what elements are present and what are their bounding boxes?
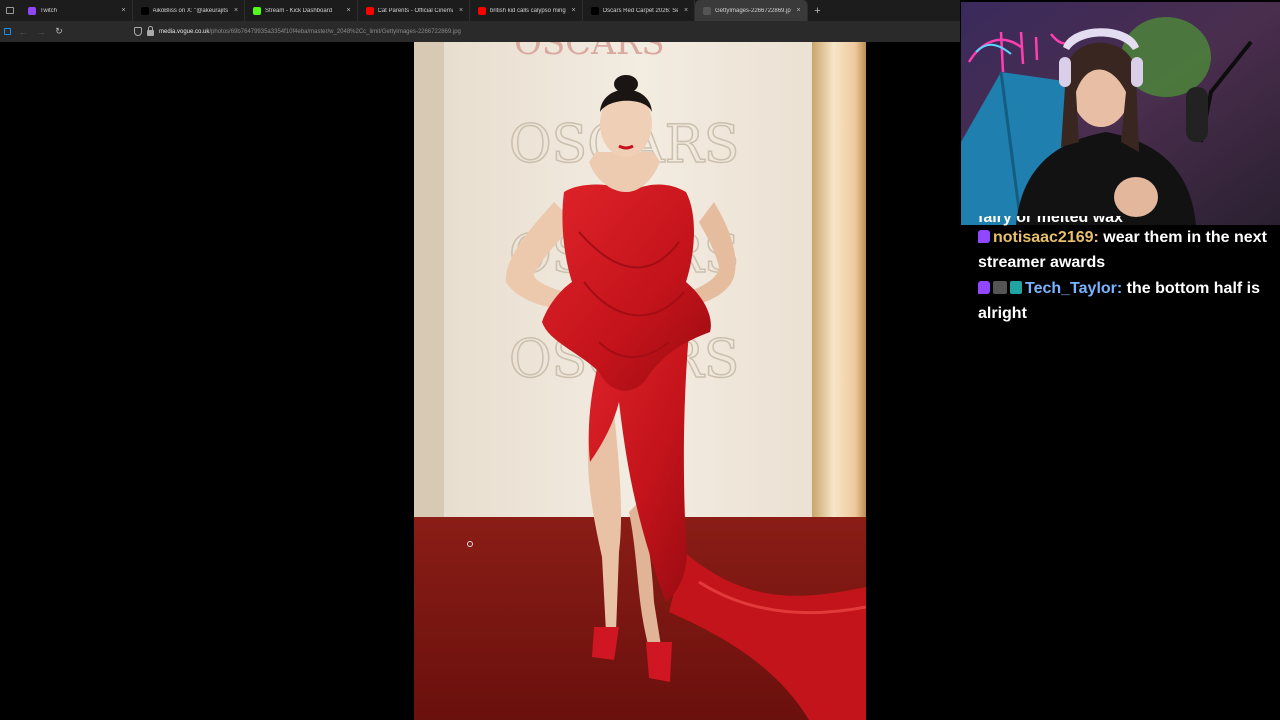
tracking-shield-icon[interactable] <box>134 27 142 36</box>
new-tab-button[interactable]: + <box>808 5 828 17</box>
tab-favicon-icon <box>365 6 374 15</box>
lock-icon[interactable] <box>147 25 154 36</box>
webcam-overlay <box>961 2 1280 225</box>
close-tab-icon[interactable]: × <box>457 7 465 14</box>
browser-tab[interactable]: Stream - Kick Dashboard × <box>245 0 358 21</box>
right-shoe <box>646 642 672 682</box>
streamer-hand <box>1114 177 1158 217</box>
browser-tab[interactable]: Cat Parents - Official Cinematic × <box>358 0 470 21</box>
chat-username[interactable]: notisaac2169 <box>993 229 1094 246</box>
browser-tab[interactable]: GettyImages-2266722869.jpg (WE × <box>695 0 808 21</box>
close-tab-icon[interactable]: × <box>795 7 803 14</box>
reload-button[interactable]: ↻ <box>50 21 68 42</box>
forward-button[interactable]: → <box>32 21 50 42</box>
browser-tab[interactable]: Twitch × <box>20 0 133 21</box>
url-text: media.vogue.co.uk/photos/69b76479935a335… <box>159 29 461 35</box>
url-domain: media.vogue.co.uk <box>159 28 210 35</box>
microphone <box>1186 87 1208 142</box>
tab-favicon-icon <box>703 6 711 15</box>
chat-username[interactable]: Tech_Taylor <box>1025 280 1117 297</box>
tab-title: british kid calls calypso mingin <box>490 7 566 14</box>
back-button[interactable]: ← <box>14 21 32 42</box>
tab-title: Cat Parents - Official Cinematic <box>377 7 454 14</box>
browser-tab[interactable]: british kid calls calypso mingin × <box>470 0 583 21</box>
twitch-badge-icon <box>978 230 990 243</box>
browser-tab[interactable]: AikoBliss on X: "@akeurajitsuk × <box>133 0 245 21</box>
chat-overlay: fairy or melted wax notisaac2169: wear t… <box>978 216 1276 326</box>
tab-title: GettyImages-2266722869.jpg (WE <box>715 7 791 14</box>
red-carpet-photo[interactable]: OSCARS OSCARS OSCARS OSCARS <box>414 42 866 720</box>
tab-favicon-icon <box>478 6 486 15</box>
tab-favicon-icon <box>253 6 261 15</box>
vertical-tabs-icon[interactable] <box>0 0 20 21</box>
tab-favicon-icon <box>140 6 149 15</box>
browser-tab[interactable]: Oscars Red Carpet 2026: See E× <box>583 0 695 21</box>
mouse-cursor <box>467 541 473 547</box>
tab-title: Twitch <box>40 7 58 14</box>
close-tab-icon[interactable]: × <box>682 7 690 14</box>
chat-message-list: notisaac2169: wear them in the next stre… <box>978 225 1276 326</box>
close-tab-icon[interactable]: × <box>570 7 578 14</box>
url-path: /photos/69b76479935a3354f10f4eba/master/… <box>209 28 461 35</box>
close-tab-icon[interactable]: × <box>345 7 353 14</box>
chat-message-cut-off: fairy or melted wax <box>978 216 1123 226</box>
close-tab-icon[interactable]: × <box>232 7 240 14</box>
cam-badge-icon <box>993 281 1007 294</box>
tab-favicon-icon <box>590 6 599 15</box>
twitch-badge-icon <box>978 281 990 294</box>
close-tab-icon[interactable]: × <box>120 7 128 14</box>
photo-illustration: OSCARS OSCARS OSCARS OSCARS <box>414 42 866 720</box>
tab-title: Stream - Kick Dashboard <box>265 7 333 14</box>
address-bar: ← → ↻ media.vogue.co.uk/photos/69b764799… <box>0 21 960 42</box>
chat-message: notisaac2169: wear them in the next stre… <box>978 229 1267 271</box>
tab-title: AikoBliss on X: "@akeurajitsuk <box>152 7 229 14</box>
verified-badge-icon <box>1010 281 1022 294</box>
page-action-icon[interactable] <box>0 21 14 42</box>
tab-list: Twitch × AikoBliss on X: "@akeurajitsuk × St… <box>20 0 808 21</box>
tab-favicon-icon <box>28 6 36 15</box>
tab-title: Oscars Red Carpet 2026: See E <box>602 7 679 14</box>
gold-pillar <box>812 42 866 532</box>
chat-message: Tech_Taylor: the bottom half is alright <box>978 280 1260 322</box>
oscars-logo-top: OSCARS <box>514 42 665 63</box>
tab-strip: Twitch × AikoBliss on X: "@akeurajitsuk × St… <box>0 0 960 21</box>
image-viewer: OSCARS OSCARS OSCARS OSCARS <box>0 42 960 720</box>
webcam-feed <box>961 2 1280 225</box>
left-wall-edge <box>414 42 444 522</box>
url-field[interactable]: media.vogue.co.uk/photos/69b76479935a335… <box>134 24 954 39</box>
